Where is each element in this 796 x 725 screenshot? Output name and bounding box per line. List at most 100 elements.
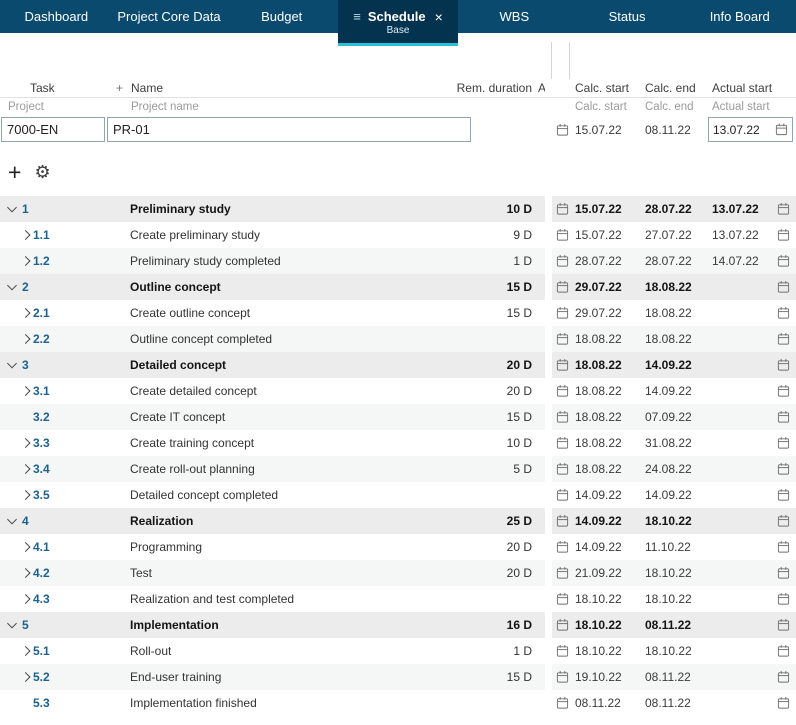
chevron-right-icon[interactable] xyxy=(21,229,33,241)
task-row[interactable]: 3.4 Create roll-out planning 5 D 18.08.22 24… xyxy=(0,456,796,482)
add-column-icon[interactable]: + xyxy=(116,81,123,95)
calendar-icon[interactable] xyxy=(556,123,569,137)
calendar-icon[interactable] xyxy=(556,696,569,710)
column-header-rem-duration[interactable]: Rem. duration xyxy=(457,81,532,95)
column-header-task[interactable]: Task xyxy=(30,81,55,95)
close-icon[interactable]: × xyxy=(435,10,443,24)
project-actual-start-field[interactable]: 13.07.22 xyxy=(708,117,793,142)
chevron-right-icon[interactable] xyxy=(21,593,33,605)
calendar-icon[interactable] xyxy=(556,332,569,346)
task-row[interactable]: 1 Preliminary study 10 D 15.07.22 28.07.22 13… xyxy=(0,196,796,222)
calendar-icon[interactable] xyxy=(556,202,569,216)
calendar-icon[interactable] xyxy=(777,696,790,710)
calendar-icon[interactable] xyxy=(777,306,790,320)
task-row[interactable]: 4.2 Test 20 D 21.09.22 18.10.22 xyxy=(0,560,796,586)
chevron-down-icon[interactable] xyxy=(6,281,18,293)
calendar-icon[interactable] xyxy=(777,488,790,502)
chevron-right-icon[interactable] xyxy=(21,541,33,553)
task-row[interactable]: 3.1 Create detailed concept 20 D 18.08.22 14… xyxy=(0,378,796,404)
task-row[interactable]: 3.3 Create training concept 10 D 18.08.22 31… xyxy=(0,430,796,456)
task-row[interactable]: 2.2 Outline concept completed 18.08.22 18.0… xyxy=(0,326,796,352)
task-row[interactable]: 5.2 End-user training 15 D 19.10.22 08.11.22 xyxy=(0,664,796,690)
calendar-icon[interactable] xyxy=(556,644,569,658)
calendar-icon[interactable] xyxy=(777,462,790,476)
tab-schedule[interactable]: ≡ Schedule × Base xyxy=(338,0,459,46)
chevron-right-icon[interactable] xyxy=(21,255,33,267)
calendar-icon[interactable] xyxy=(556,540,569,554)
calendar-icon[interactable] xyxy=(556,462,569,476)
menu-icon[interactable]: ≡ xyxy=(353,10,361,23)
chevron-right-icon[interactable] xyxy=(21,489,33,501)
calendar-icon[interactable] xyxy=(556,618,569,632)
chevron-down-icon[interactable] xyxy=(6,515,18,527)
calendar-icon[interactable] xyxy=(556,670,569,684)
calendar-icon[interactable] xyxy=(777,254,790,268)
calendar-icon[interactable] xyxy=(777,410,790,424)
chevron-down-icon[interactable] xyxy=(6,359,18,371)
settings-gear-icon[interactable]: ⚙ xyxy=(34,162,50,182)
chevron-right-icon[interactable] xyxy=(21,307,33,319)
calendar-icon[interactable] xyxy=(556,228,569,242)
tab-wbs[interactable]: WBS xyxy=(458,0,571,33)
calendar-icon[interactable] xyxy=(556,306,569,320)
project-id-input[interactable] xyxy=(1,117,105,142)
tab-budget[interactable]: Budget xyxy=(225,0,338,33)
panel-splitter[interactable] xyxy=(551,42,552,79)
tab-info-board[interactable]: Info Board xyxy=(683,0,796,33)
calendar-icon[interactable] xyxy=(556,488,569,502)
calendar-icon[interactable] xyxy=(556,358,569,372)
task-row[interactable]: 2.1 Create outline concept 15 D 29.07.22 18.… xyxy=(0,300,796,326)
task-row[interactable]: 3.5 Detailed concept completed 14.09.22 14.… xyxy=(0,482,796,508)
calendar-icon[interactable] xyxy=(556,384,569,398)
chevron-right-icon[interactable] xyxy=(21,437,33,449)
calendar-icon[interactable] xyxy=(777,384,790,398)
column-header-calc-end[interactable]: Calc. end xyxy=(645,81,696,95)
calendar-icon[interactable] xyxy=(777,436,790,450)
chevron-down-icon[interactable] xyxy=(6,619,18,631)
task-row[interactable]: 2 Outline concept 15 D 29.07.22 18.08.22 xyxy=(0,274,796,300)
calendar-icon[interactable] xyxy=(777,358,790,372)
calendar-icon[interactable] xyxy=(777,566,790,580)
task-row[interactable]: 5.3 Implementation finished 08.11.22 08.11.… xyxy=(0,690,796,716)
calendar-icon[interactable] xyxy=(777,644,790,658)
calendar-icon[interactable] xyxy=(777,332,790,346)
task-row[interactable]: 1.1 Create preliminary study 9 D 15.07.22 27… xyxy=(0,222,796,248)
calendar-icon[interactable] xyxy=(777,670,790,684)
tab-project-core-data[interactable]: Project Core Data xyxy=(113,0,226,33)
task-row[interactable]: 4 Realization 25 D 14.09.22 18.10.22 xyxy=(0,508,796,534)
task-row[interactable]: 3.2 Create IT concept 15 D 18.08.22 07.09.22 xyxy=(0,404,796,430)
column-header-actual-start[interactable]: Actual start xyxy=(712,81,772,95)
calendar-icon[interactable] xyxy=(556,254,569,268)
task-row[interactable]: 4.3 Realization and test completed 18.10.2… xyxy=(0,586,796,612)
calendar-icon[interactable] xyxy=(556,592,569,606)
calendar-icon[interactable] xyxy=(777,540,790,554)
task-row[interactable]: 1.2 Preliminary study completed 1 D 28.07.2… xyxy=(0,248,796,274)
calendar-icon[interactable] xyxy=(556,280,569,294)
task-row[interactable]: 5.1 Roll-out 1 D 18.10.22 18.10.22 xyxy=(0,638,796,664)
chevron-right-icon[interactable] xyxy=(21,333,33,345)
calendar-icon[interactable] xyxy=(777,592,790,606)
calendar-icon[interactable] xyxy=(556,566,569,580)
calendar-icon[interactable] xyxy=(777,228,790,242)
tab-status[interactable]: Status xyxy=(571,0,684,33)
calendar-icon[interactable] xyxy=(556,514,569,528)
column-header-name[interactable]: Name xyxy=(131,81,163,95)
chevron-right-icon[interactable] xyxy=(21,567,33,579)
chevron-down-icon[interactable] xyxy=(6,203,18,215)
add-task-icon[interactable]: + xyxy=(8,161,21,184)
task-row[interactable]: 4.1 Programming 20 D 14.09.22 11.10.22 xyxy=(0,534,796,560)
calendar-icon[interactable] xyxy=(556,410,569,424)
chevron-right-icon[interactable] xyxy=(21,645,33,657)
calendar-icon[interactable] xyxy=(777,618,790,632)
chevron-right-icon[interactable] xyxy=(21,385,33,397)
calendar-icon[interactable] xyxy=(777,202,790,216)
calendar-icon[interactable] xyxy=(775,123,788,136)
calendar-icon[interactable] xyxy=(777,280,790,294)
project-name-input[interactable] xyxy=(107,117,471,142)
tab-dashboard[interactable]: Dashboard xyxy=(0,0,113,33)
column-header-truncated[interactable]: A xyxy=(538,81,545,95)
task-row[interactable]: 5 Implementation 16 D 18.10.22 08.11.22 xyxy=(0,612,796,638)
task-row[interactable]: 3 Detailed concept 20 D 18.08.22 14.09.22 xyxy=(0,352,796,378)
calendar-icon[interactable] xyxy=(777,514,790,528)
calendar-icon[interactable] xyxy=(556,436,569,450)
